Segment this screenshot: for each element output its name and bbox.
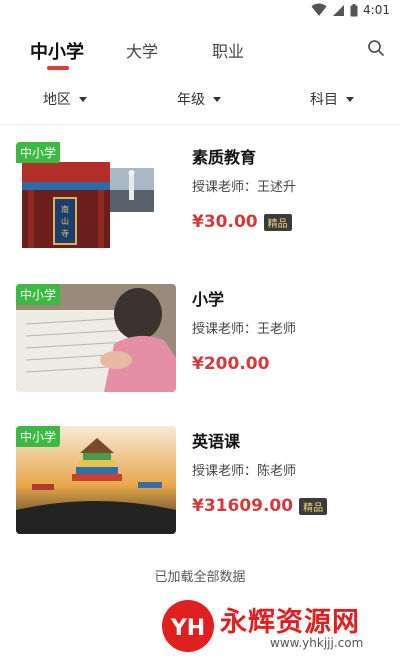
course-card[interactable]: 南 山 寺 中小学 素质教育 授课老师：王述升 ¥30.00 精品: [16, 142, 386, 250]
course-badge: 中小学: [16, 426, 61, 447]
search-icon[interactable]: [366, 38, 386, 58]
filter-region-label: 地区: [43, 92, 71, 108]
all-loaded-text: 已加载全部数据: [154, 570, 246, 585]
course-card[interactable]: 中小学 英语课 授课老师：陈老师 ¥31609.00 精品: [16, 426, 386, 534]
watermark: YH 永辉资源网 www.yhkjjj.com: [160, 598, 390, 654]
tab-university[interactable]: 大学: [126, 38, 158, 62]
category-tabs: 中小学 大学 职业: [0, 30, 400, 74]
status-time: 4:01: [363, 3, 390, 17]
watermark-logo-icon: YH: [162, 600, 214, 652]
course-title: 英语课: [192, 432, 241, 451]
course-thumbnail: 中小学: [16, 284, 176, 392]
course-thumbnail: 南 山 寺 中小学: [16, 142, 176, 250]
filter-subject-label: 科目: [310, 92, 338, 108]
svg-text:山: 山: [61, 216, 69, 226]
course-price: ¥30.00: [192, 212, 258, 232]
filter-grade-label: 年级: [177, 92, 205, 108]
filter-subject[interactable]: 科目: [310, 89, 354, 109]
svg-text:南: 南: [61, 204, 69, 214]
filter-grade[interactable]: 年级: [177, 89, 221, 109]
course-teacher: 授课老师：陈老师: [192, 464, 297, 479]
course-price: ¥31609.00: [192, 496, 294, 516]
premium-tag: 精品: [299, 497, 328, 515]
premium-tag: 精品: [263, 213, 292, 231]
course-price-row: ¥31609.00 精品: [192, 496, 328, 516]
course-price-row: ¥200.00: [192, 354, 269, 374]
course-title: 素质教育: [192, 148, 257, 167]
filter-bar: 地区 年级 科目: [0, 84, 400, 114]
wifi-icon: [311, 3, 327, 16]
caret-down-icon: [213, 96, 221, 102]
course-price-row: ¥30.00 精品: [192, 212, 292, 232]
course-teacher: 授课老师：王老师: [192, 322, 297, 337]
course-price: ¥200.00: [192, 354, 270, 374]
battery-icon: [350, 3, 358, 16]
course-teacher: 授课老师：王述升: [192, 180, 297, 195]
course-title: 小学: [192, 290, 225, 309]
caret-down-icon: [79, 96, 87, 102]
status-bar: 4:01: [0, 0, 400, 24]
divider: [0, 124, 400, 125]
tab-vocational[interactable]: 职业: [212, 38, 244, 62]
course-card[interactable]: 中小学 小学 授课老师：王老师 ¥200.00: [16, 284, 386, 392]
svg-text:寺: 寺: [61, 229, 69, 238]
course-badge: 中小学: [16, 142, 61, 163]
filter-region[interactable]: 地区: [43, 89, 87, 109]
active-tab-indicator: [47, 66, 69, 70]
svg-text:YH: YH: [170, 616, 205, 641]
status-icons: 4:01: [311, 3, 390, 17]
caret-down-icon: [346, 96, 354, 102]
tab-primary-secondary[interactable]: 中小学: [30, 38, 84, 64]
course-thumbnail: 中小学: [16, 426, 176, 534]
signal-icon: [333, 4, 345, 16]
watermark-url: www.yhkjjj.com: [270, 636, 364, 650]
course-badge: 中小学: [16, 284, 61, 305]
watermark-text: 永辉资源网: [220, 607, 360, 638]
